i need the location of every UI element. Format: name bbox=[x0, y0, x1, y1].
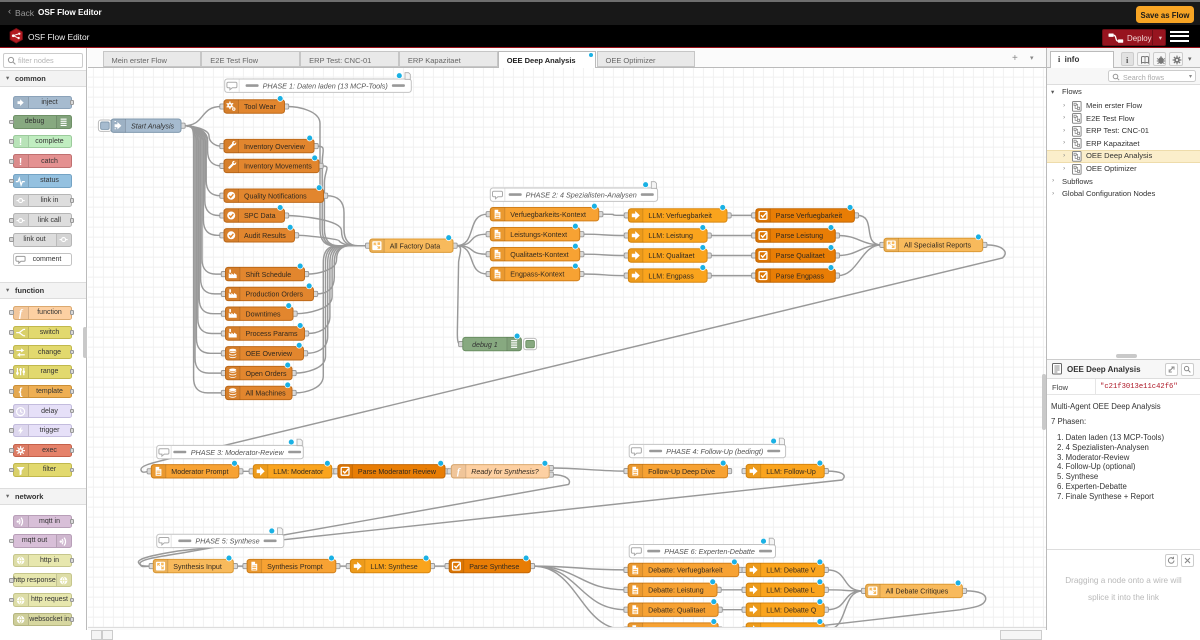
svg-text:Process Params: Process Params bbox=[246, 330, 298, 338]
svg-text:LLM: Engpass: LLM: Engpass bbox=[648, 272, 694, 280]
svg-text:All Specialist Reports: All Specialist Reports bbox=[904, 242, 971, 250]
svg-text:PHASE 5: Synthese: PHASE 5: Synthese bbox=[195, 537, 259, 546]
svg-text:LLM: Debatte V: LLM: Debatte V bbox=[766, 567, 816, 575]
svg-text:Parse Verfuegbarkeit: Parse Verfuegbarkeit bbox=[776, 212, 842, 220]
svg-text:Debatte: Verfuegbarkeit: Debatte: Verfuegbarkeit bbox=[648, 567, 723, 575]
svg-text:Production Orders: Production Orders bbox=[246, 291, 304, 299]
svg-text:Open Orders: Open Orders bbox=[246, 370, 287, 378]
svg-text:SPC Data: SPC Data bbox=[244, 212, 276, 220]
svg-text:All Factory Data: All Factory Data bbox=[390, 242, 441, 250]
svg-text:Engpass-Kontext: Engpass-Kontext bbox=[510, 271, 564, 279]
svg-text:Shift Schedule: Shift Schedule bbox=[246, 271, 292, 279]
svg-text:LLM: Synthese: LLM: Synthese bbox=[370, 563, 417, 571]
svg-text:LLM: Debatte L: LLM: Debatte L bbox=[766, 587, 815, 595]
svg-text:All Debate Critiques: All Debate Critiques bbox=[886, 588, 949, 596]
svg-text:Inventory Overview: Inventory Overview bbox=[244, 143, 306, 151]
svg-text:PHASE 2: 4 Spezialisten-Analys: PHASE 2: 4 Spezialisten-Analysen bbox=[526, 190, 637, 199]
svg-text:Leistungs-Kontext: Leistungs-Kontext bbox=[510, 231, 567, 239]
svg-text:OEE Overview: OEE Overview bbox=[246, 350, 293, 358]
svg-text:PHASE 4: Follow-Up (bedingt): PHASE 4: Follow-Up (bedingt) bbox=[666, 447, 763, 456]
svg-text:Debatte: Leistung: Debatte: Leistung bbox=[648, 587, 704, 595]
svg-text:LLM: Qualitaet: LLM: Qualitaet bbox=[648, 252, 694, 260]
svg-text:Synthesis Prompt: Synthesis Prompt bbox=[267, 563, 323, 571]
svg-text:Start Analysis: Start Analysis bbox=[131, 122, 175, 130]
svg-text:Tool Wear: Tool Wear bbox=[244, 103, 276, 111]
svg-text:Downtimes: Downtimes bbox=[246, 310, 282, 318]
svg-text:LLM: Moderator: LLM: Moderator bbox=[273, 468, 324, 476]
svg-text:Parse Synthese: Parse Synthese bbox=[469, 563, 519, 571]
svg-text:Parse Engpass: Parse Engpass bbox=[776, 272, 825, 280]
svg-text:Synthesis Input: Synthesis Input bbox=[173, 563, 222, 571]
svg-text:LLM: Verfuegbarkeit: LLM: Verfuegbarkeit bbox=[648, 212, 712, 220]
svg-text:Ready for Synthesis?: Ready for Synthesis? bbox=[471, 468, 538, 476]
svg-text:Inventory Movements: Inventory Movements bbox=[244, 163, 312, 171]
svg-text:LLM: Follow-Up: LLM: Follow-Up bbox=[766, 468, 816, 476]
svg-text:PHASE 3: Moderator-Review: PHASE 3: Moderator-Review bbox=[191, 448, 285, 457]
svg-text:Parse Moderator Review: Parse Moderator Review bbox=[358, 468, 437, 476]
svg-text:Qualitaets-Kontext: Qualitaets-Kontext bbox=[510, 251, 568, 259]
svg-text:Debatte: Qualitaet: Debatte: Qualitaet bbox=[648, 606, 705, 614]
svg-text:PHASE 6: Experten-Debatte: PHASE 6: Experten-Debatte bbox=[664, 547, 755, 556]
svg-text:LLM: Debatte Q: LLM: Debatte Q bbox=[766, 606, 817, 614]
svg-text:Follow-Up Deep Dive: Follow-Up Deep Dive bbox=[648, 468, 715, 476]
svg-text:Parse Qualitaet: Parse Qualitaet bbox=[776, 252, 825, 260]
svg-text:Verfuegbarkeits-Kontext: Verfuegbarkeits-Kontext bbox=[510, 211, 586, 219]
svg-text:Quality Notifications: Quality Notifications bbox=[244, 192, 307, 200]
svg-text:Moderator Prompt: Moderator Prompt bbox=[171, 468, 228, 476]
svg-text:All Machines: All Machines bbox=[246, 390, 287, 398]
svg-text:Parse Leistung: Parse Leistung bbox=[776, 232, 823, 240]
svg-text:debug 1: debug 1 bbox=[472, 341, 498, 349]
svg-text:PHASE 1: Daten laden (13 MCP-T: PHASE 1: Daten laden (13 MCP-Tools) bbox=[263, 81, 388, 90]
svg-text:LLM: Leistung: LLM: Leistung bbox=[648, 232, 693, 240]
svg-text:Audit Results: Audit Results bbox=[244, 232, 286, 240]
